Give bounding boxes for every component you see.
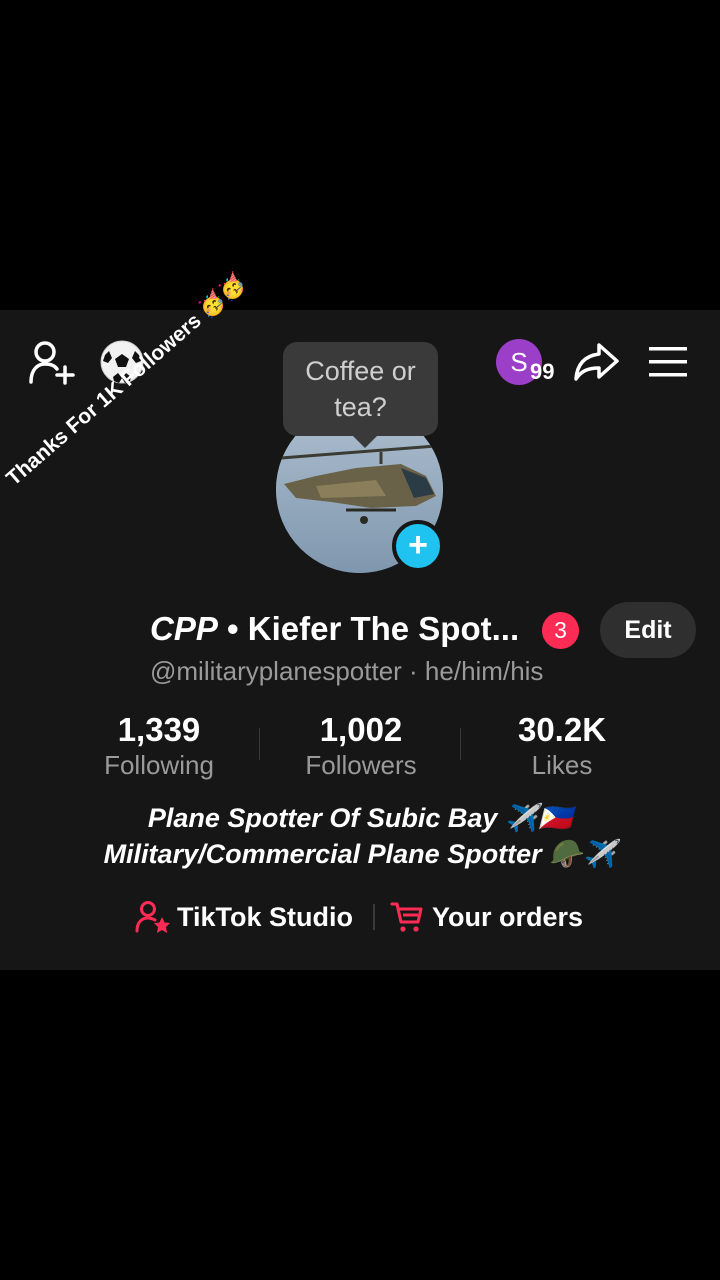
add-friend-icon — [29, 341, 75, 385]
profile-note-bubble[interactable]: Coffee or tea? — [283, 342, 438, 448]
profile-name-rest: • Kiefer The Spot... — [217, 610, 520, 647]
menu-button[interactable] — [646, 344, 690, 380]
edit-profile-button[interactable]: Edit — [600, 602, 696, 658]
bio-line-2: Military/Commercial Plane Spotter 🪖✈️ — [103, 839, 617, 869]
stat-divider — [460, 728, 461, 760]
your-orders-link[interactable]: Your orders — [390, 896, 583, 938]
share-button[interactable] — [570, 338, 622, 386]
hamburger-menu-icon — [649, 347, 687, 377]
profile-handle: @militaryplanespotter · he/him/his — [150, 656, 544, 686]
friends-badge[interactable]: S 99 — [496, 339, 562, 387]
stat-following[interactable]: 1,339 Following — [59, 710, 259, 780]
stat-followers[interactable]: 1,002 Followers — [261, 710, 461, 780]
notification-badge[interactable]: 3 — [542, 612, 579, 649]
add-story-button[interactable]: + — [392, 520, 444, 572]
share-icon — [574, 343, 619, 381]
tiktok-studio-label: TikTok Studio — [177, 901, 354, 932]
cart-icon — [390, 902, 423, 932]
stat-label: Likes — [531, 750, 593, 780]
tiktok-studio-link[interactable]: TikTok Studio — [135, 896, 353, 938]
bubble-line-2: tea? — [334, 392, 387, 422]
stat-divider — [259, 728, 260, 760]
stat-label: Following — [104, 750, 214, 780]
stat-value: 1,339 — [117, 711, 201, 748]
profile-name-prefix: CPP — [150, 610, 218, 647]
profile-name: CPP • Kiefer The Spot... — [150, 610, 519, 648]
stat-value: 1,002 — [319, 711, 403, 748]
add-friend-button[interactable] — [26, 338, 78, 386]
stat-likes[interactable]: 30.2K Likes — [462, 710, 662, 780]
stat-value: 30.2K — [517, 711, 607, 748]
stat-label: Followers — [305, 750, 417, 780]
link-divider — [373, 904, 375, 930]
bubble-line-1: Coffee or — [305, 356, 416, 386]
your-orders-label: Your orders — [432, 901, 584, 932]
friend-count: 99 — [530, 359, 555, 384]
studio-icon — [135, 901, 170, 933]
bio-line-1: Plane Spotter Of Subic Bay ✈️🇵🇭 — [147, 803, 573, 833]
